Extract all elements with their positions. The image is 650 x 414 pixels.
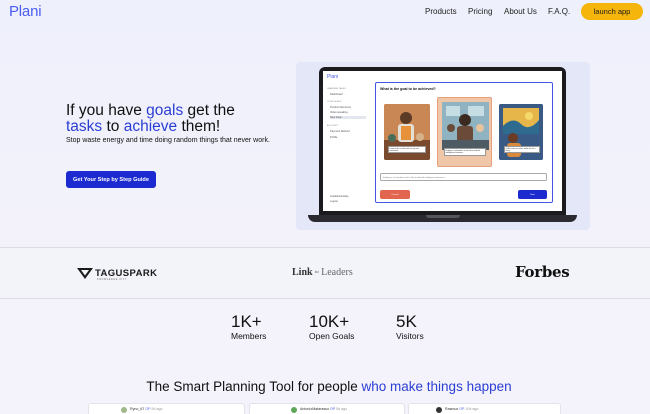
hero-title-text: them! — [177, 118, 221, 135]
nav-link-faq[interactable]: F.A.Q. — [548, 7, 570, 16]
step-by-step-guide-button[interactable]: Get Your Step by Step Guide — [66, 171, 156, 188]
cofounder-illustration — [442, 102, 489, 150]
stat-open-goals-label: Open Goals — [309, 331, 355, 341]
stat-members-label: Members — [231, 331, 267, 341]
top-navbar: Plani Products Pricing About Us F.A.Q. l… — [0, 0, 650, 24]
preview-logo: Plani — [327, 74, 339, 80]
link-to-leaders-text: Leaders — [318, 267, 353, 278]
preview-sidebar-account: Payment Method — [330, 130, 350, 133]
testimonial-user: AntonioMatarasso OP 5d ago — [300, 407, 347, 411]
preview-sidebar-section: ACCOUNT — [327, 125, 338, 127]
preview-sidebar-account: Profile — [330, 136, 338, 139]
op-badge: OP — [145, 407, 151, 411]
preview-next-button: Next — [518, 190, 547, 199]
hero-title-highlight-achieve: achieve — [123, 118, 178, 135]
op-badge: OP — [329, 407, 336, 411]
stat-visitors-value: 5K — [396, 312, 417, 331]
op-badge: OP — [459, 407, 465, 411]
avatar — [436, 407, 442, 413]
preview-sidebar-goal-selected: New Goal — [330, 116, 366, 119]
preview-card-cofounder — [437, 97, 492, 167]
hero-title-text: If you have — [66, 102, 147, 119]
preview-question: What is the goal to be achieved? — [380, 87, 436, 91]
preview-sidebar-goal: Video speaking — [330, 111, 348, 114]
preview-cancel-button: Cancel — [380, 190, 410, 199]
hero-subtitle: Stop waste energy and time doing random … — [66, 137, 270, 144]
nav-link-about-us[interactable]: About Us — [504, 7, 537, 16]
preview-sidebar-footer: Guidelines/Help — [330, 195, 349, 198]
laptop-notch — [426, 215, 460, 218]
plani-logo[interactable]: Plani — [9, 3, 42, 20]
link-to-leaders-text: Link — [292, 267, 316, 278]
avatar — [121, 407, 127, 413]
preview-sidebar-dashboard: Dashboard — [330, 93, 343, 96]
avatar — [291, 407, 297, 413]
nav-link-products[interactable]: Products — [425, 7, 457, 16]
testimonial-username: AntonioMatarasso — [300, 407, 329, 411]
section-title: The Smart Planning Tool for people who m… — [0, 379, 650, 394]
testimonial-card[interactable] — [408, 403, 561, 414]
preview-sidebar-goal: Product Discovery — [330, 106, 352, 109]
stat-open-goals-value: 10K+ — [309, 312, 350, 331]
preview-card-caption: I want to be a chef and run my own resta… — [388, 146, 426, 153]
preview-card-caption: Finding a co-founder to kick-off a artif… — [444, 148, 486, 156]
nav-link-pricing[interactable]: Pricing — [468, 7, 492, 16]
stat-visitors-label: Visitors — [396, 331, 424, 341]
hero-title-text: get the — [183, 102, 235, 119]
testimonial-time: 10d ago — [465, 407, 479, 411]
hero-title-text: to — [102, 118, 124, 135]
testimonial-username: Rasmus — [445, 407, 459, 411]
preview-card-caption: I'd like to be an artist, make art for a… — [504, 146, 540, 153]
testimonial-time: 5d ago — [151, 407, 163, 411]
taguspark-tagline: KNOWLEDGE CITY — [97, 278, 128, 281]
preview-goal-input: Finding a co-founder to kick-off an arti… — [380, 173, 547, 181]
taguspark-wordmark: TAGUSPARK — [95, 267, 158, 279]
section-title-highlight: who make things happen — [361, 379, 512, 394]
testimonial-user: Rasmus OP 10d ago — [445, 407, 478, 411]
forbes-logo: Forbes — [515, 263, 570, 281]
stat-members-value: 1K+ — [231, 312, 262, 331]
preview-sidebar-section: YOUR GOALS — [327, 101, 342, 103]
testimonial-card[interactable] — [88, 403, 245, 414]
testimonial-username: Ryno_67 — [130, 407, 145, 411]
testimonial-user: Ryno_67 OP 5d ago — [130, 407, 163, 411]
hero-title-highlight-tasks: tasks — [66, 118, 103, 135]
launch-app-button[interactable]: launch app — [581, 3, 643, 20]
testimonial-time: 5d ago — [336, 407, 348, 411]
link-to-leaders-logo: Link to Leaders — [292, 267, 353, 278]
taguspark-mark-icon — [77, 267, 93, 279]
preview-sidebar-section: LEARNING TASKS — [327, 88, 346, 90]
section-title-text: The Smart Planning Tool for people — [146, 379, 362, 394]
hero-title-highlight-goals: goals — [146, 102, 184, 119]
hero-title: If you have goals get the tasks to achie… — [66, 103, 306, 135]
preview-sidebar-footer: Logout — [330, 200, 338, 203]
